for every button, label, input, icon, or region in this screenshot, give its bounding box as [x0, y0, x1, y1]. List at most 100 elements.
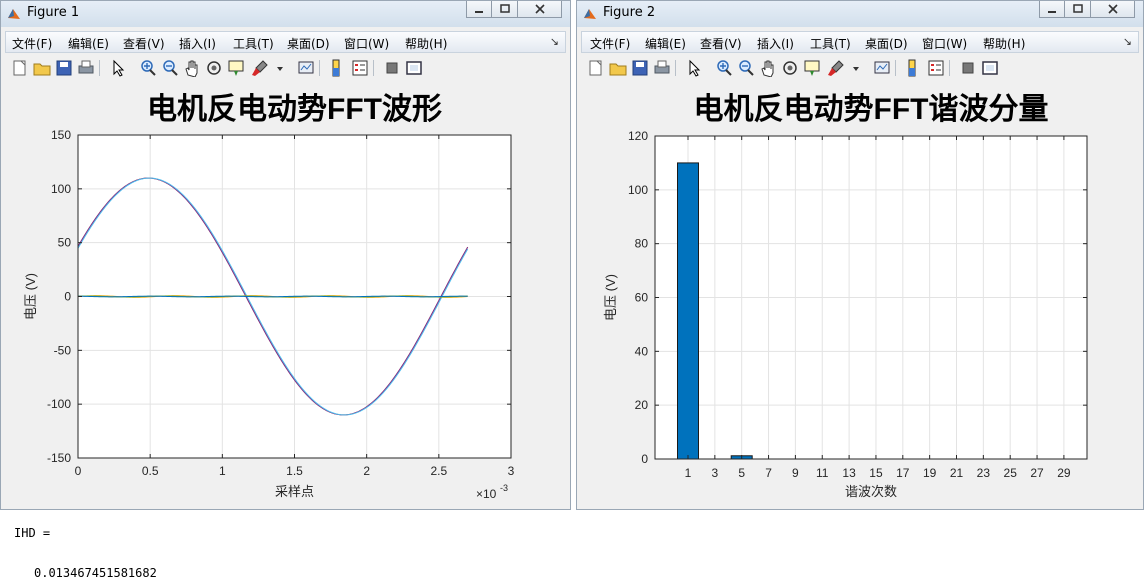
glyph	[149, 69, 156, 76]
menu-window[interactable]: 窗口(W)	[344, 35, 389, 52]
glyph	[787, 65, 793, 71]
data-cursor-icon[interactable]	[803, 59, 821, 77]
toolbar-separator	[373, 60, 374, 76]
command-window[interactable]: IHD = 0.013467451581682	[0, 512, 1144, 580]
maximize-button[interactable]	[1065, 1, 1091, 18]
close-button[interactable]	[518, 1, 562, 18]
menu-help[interactable]: 帮助(H)	[405, 35, 447, 52]
menu-edit[interactable]: 编辑(E)	[645, 35, 686, 52]
print-icon[interactable]	[653, 59, 671, 77]
glyph	[689, 59, 701, 77]
menu-bar: 文件(F) 编辑(E) 查看(V) 插入(I) 工具(T) 桌面(D) 窗口(W…	[5, 31, 566, 53]
y-tick-label: -100	[47, 397, 71, 411]
brush-dropdown-icon[interactable]	[851, 59, 869, 77]
maximize-button[interactable]	[492, 1, 518, 18]
pan-icon[interactable]	[183, 59, 201, 77]
open-file-icon[interactable]	[33, 59, 51, 77]
toolbar-separator	[949, 60, 950, 76]
maximize-icon	[499, 4, 510, 13]
y-tick-label: 0	[641, 452, 648, 466]
y-tick-label: 0	[64, 290, 71, 304]
ihd-variable-line: IHD =	[14, 526, 51, 540]
rotate-3d-icon[interactable]	[781, 59, 799, 77]
title-bar[interactable]: Figure 1	[1, 1, 570, 27]
x-axis-label: 谐波次数	[845, 484, 897, 499]
brush-icon[interactable]	[251, 59, 269, 77]
y-tick-label: 40	[635, 344, 649, 358]
zoom-in-icon[interactable]	[715, 59, 733, 77]
chart-title: 电机反电动势FFT波形	[147, 93, 442, 126]
glyph	[810, 71, 814, 76]
menu-tools[interactable]: 工具(T)	[810, 35, 851, 52]
open-file-icon[interactable]	[609, 59, 627, 77]
brush-dropdown-icon[interactable]	[275, 59, 293, 77]
title-bar[interactable]: Figure 2	[577, 1, 1143, 27]
glyph	[171, 69, 178, 76]
glyph	[804, 60, 820, 72]
rotate-3d-icon[interactable]	[205, 59, 223, 77]
menu-window[interactable]: 窗口(W)	[922, 35, 967, 52]
zoom-in-icon[interactable]	[139, 59, 157, 77]
glyph	[228, 60, 244, 72]
close-icon	[534, 4, 545, 14]
data-cursor-icon[interactable]	[227, 59, 245, 77]
minimize-button[interactable]	[1039, 1, 1065, 18]
menu-file[interactable]: 文件(F)	[590, 35, 630, 52]
menu-edit[interactable]: 编辑(E)	[68, 35, 109, 52]
menu-tools[interactable]: 工具(T)	[233, 35, 274, 52]
y-axis-label: 电压 (V)	[23, 273, 38, 320]
hide-plot-tools-icon[interactable]	[959, 59, 977, 77]
brush-icon[interactable]	[827, 59, 845, 77]
x-tick-label: 15	[869, 466, 883, 480]
colorbar-icon[interactable]	[903, 59, 921, 77]
link-plot-icon[interactable]	[873, 59, 891, 77]
x-tick-label: 2	[363, 464, 370, 478]
menu-file[interactable]: 文件(F)	[12, 35, 52, 52]
menu-insert[interactable]: 插入(I)	[179, 35, 216, 52]
window-title: Figure 1	[27, 5, 80, 20]
menu-view[interactable]: 查看(V)	[700, 35, 742, 52]
zoom-out-icon[interactable]	[161, 59, 179, 77]
close-button[interactable]	[1091, 1, 1135, 18]
toolbar-separator	[675, 60, 676, 76]
toolbar-separator	[895, 60, 896, 76]
minimize-button[interactable]	[466, 1, 492, 18]
menu-desktop[interactable]: 桌面(D)	[287, 35, 330, 52]
menu-dock-arrow[interactable]: ↘	[550, 35, 559, 48]
menu-insert[interactable]: 插入(I)	[757, 35, 794, 52]
zoom-out-icon[interactable]	[737, 59, 755, 77]
menu-desktop[interactable]: 桌面(D)	[865, 35, 908, 52]
x-tick-label: 29	[1057, 466, 1071, 480]
glyph	[853, 67, 859, 71]
y-tick-label: 20	[635, 398, 649, 412]
new-figure-icon[interactable]	[587, 59, 605, 77]
show-plot-tools-icon[interactable]	[981, 59, 999, 77]
y-tick-label: 120	[628, 129, 648, 143]
hide-plot-tools-icon[interactable]	[383, 59, 401, 77]
x-exponent-value: -3	[500, 483, 508, 493]
menu-help[interactable]: 帮助(H)	[983, 35, 1025, 52]
pan-icon[interactable]	[759, 59, 777, 77]
glyph	[234, 71, 238, 76]
y-tick-label: -50	[54, 343, 72, 357]
x-tick-label: 5	[738, 466, 745, 480]
new-figure-icon[interactable]	[11, 59, 29, 77]
colorbar-icon[interactable]	[327, 59, 345, 77]
menu-dock-arrow[interactable]: ↘	[1123, 35, 1132, 48]
save-icon[interactable]	[55, 59, 73, 77]
x-tick-label: 1	[685, 466, 692, 480]
print-icon[interactable]	[77, 59, 95, 77]
x-exponent-label: ×10	[476, 487, 497, 501]
save-icon[interactable]	[631, 59, 649, 77]
x-tick-label: 9	[792, 466, 799, 480]
matlab-logo-icon	[584, 9, 596, 19]
legend-icon[interactable]	[927, 59, 945, 77]
edit-pointer-icon[interactable]	[685, 59, 703, 77]
link-plot-icon[interactable]	[297, 59, 315, 77]
edit-pointer-icon[interactable]	[109, 59, 127, 77]
x-tick-label: 1.5	[286, 464, 303, 478]
menu-view[interactable]: 查看(V)	[123, 35, 165, 52]
x-tick-label: 11	[816, 466, 829, 480]
show-plot-tools-icon[interactable]	[405, 59, 423, 77]
legend-icon[interactable]	[351, 59, 369, 77]
